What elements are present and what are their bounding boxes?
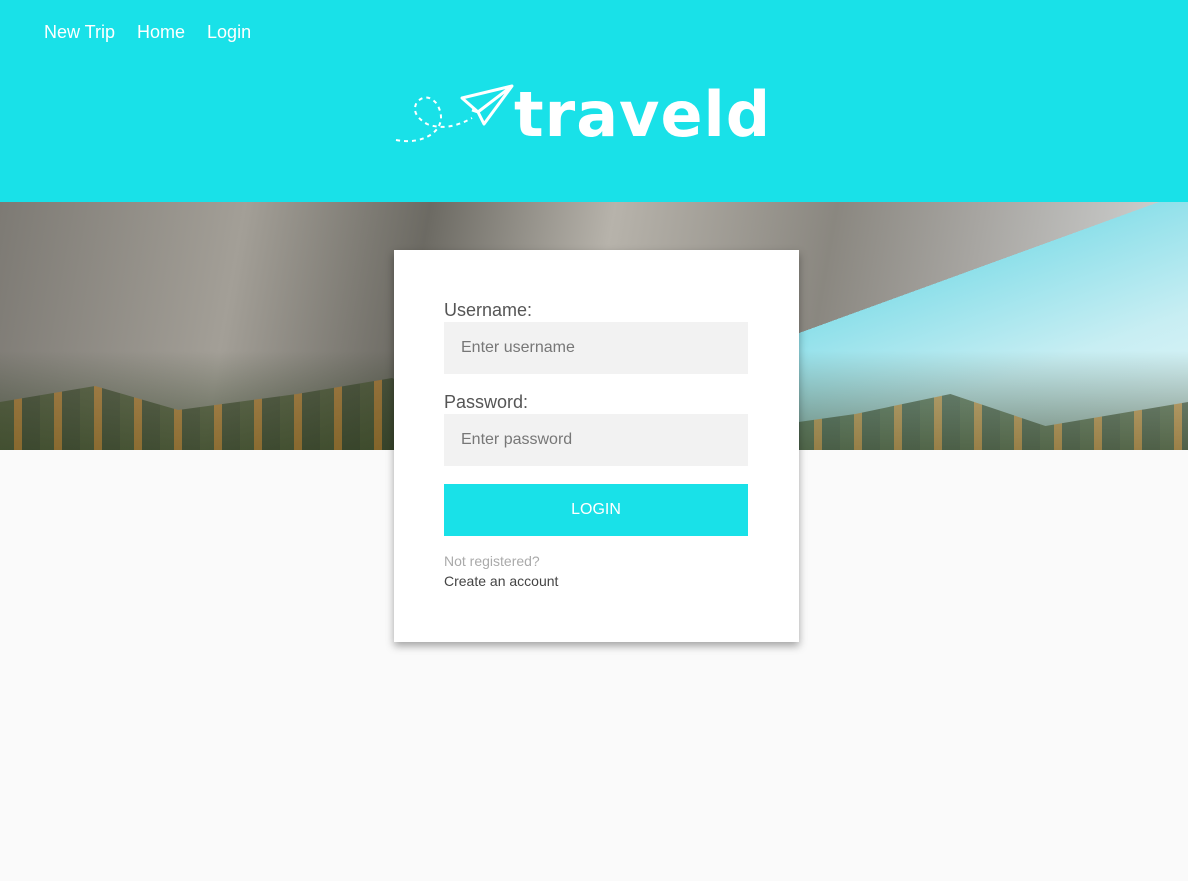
nav-login[interactable]: Login [207,22,251,43]
logo[interactable]: traveld [392,78,770,152]
username-input[interactable] [444,322,748,374]
top-nav: New Trip Home Login [44,22,251,43]
password-input[interactable] [444,414,748,466]
not-registered-text: Not registered? [444,553,540,569]
login-button[interactable]: LOGIN [444,484,748,536]
nav-home[interactable]: Home [137,22,185,43]
paper-plane-icon [395,84,514,143]
create-account-link[interactable]: Create an account [444,573,558,589]
logo-text: traveld [514,78,772,151]
nav-new-trip[interactable]: New Trip [44,22,115,43]
header: New Trip Home Login traveld [0,0,1188,202]
password-label: Password: [444,392,529,412]
username-label: Username: [444,300,533,320]
login-card: Username: Password: LOGIN Not registered… [394,250,799,642]
